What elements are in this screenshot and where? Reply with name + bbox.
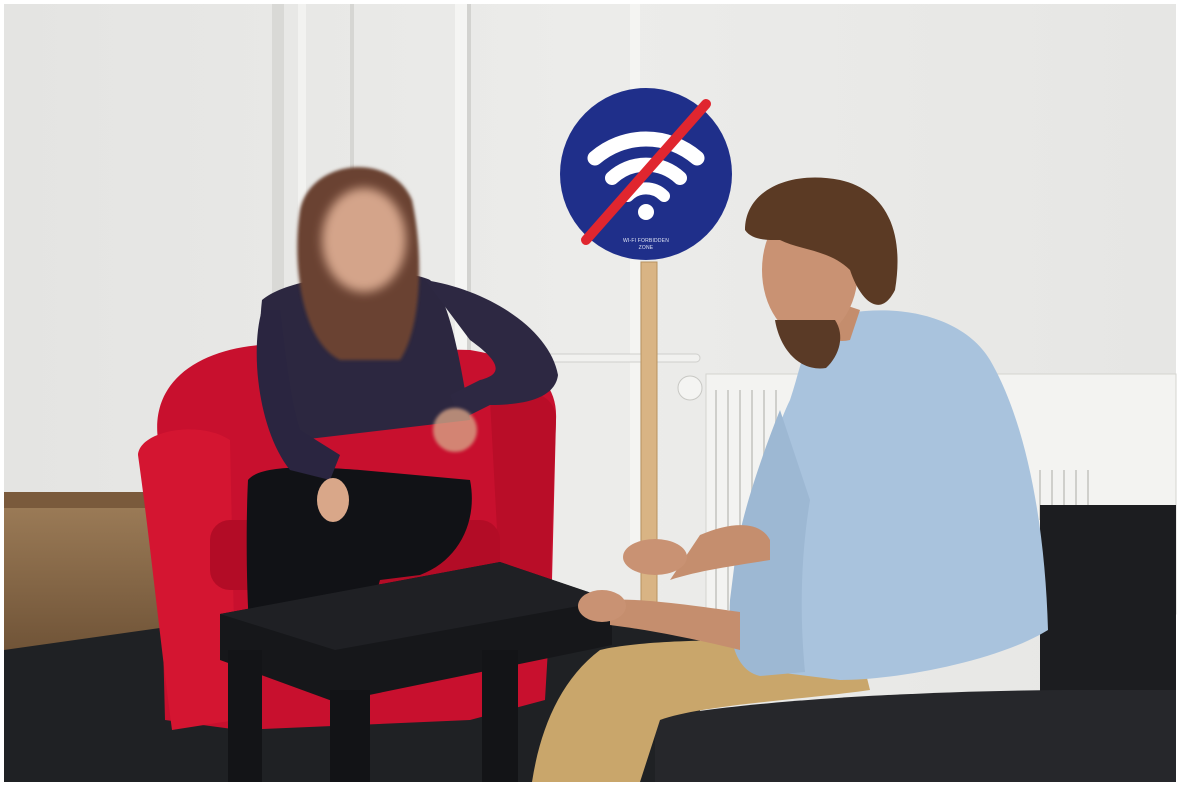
baseboard [4, 492, 154, 508]
photo-scene: WI-FI FORBIDDEN ZONE [4, 4, 1177, 782]
sign-caption-line1: WI-FI FORBIDDEN [623, 238, 669, 244]
sign-caption-line2: ZONE [639, 245, 654, 251]
no-wifi-sign: WI-FI FORBIDDEN ZONE [560, 88, 732, 260]
woman-face-blurred [322, 188, 406, 292]
